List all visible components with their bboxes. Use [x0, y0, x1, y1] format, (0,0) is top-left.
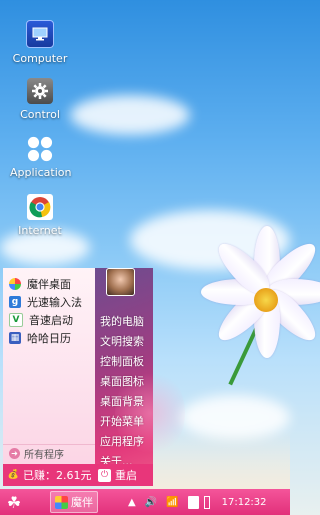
arrow-right-icon: ➜: [9, 448, 20, 459]
link-start-menu[interactable]: 开始菜单: [100, 412, 144, 432]
ime-icon: g: [9, 295, 21, 308]
cosmos-flower-image: [198, 226, 320, 372]
mobanzhuomian-icon: [9, 277, 21, 290]
app-label: 哈哈日历: [27, 331, 71, 345]
desktop-icon-label: Computer: [12, 52, 68, 65]
start-menu-footer: 💰 已赚：2.61元 ⏻ 重启: [3, 464, 153, 486]
avatar[interactable]: [106, 268, 135, 296]
start-menu: 魔伴桌面 g 光速输入法 V 音速启动 ▦ 哈哈日历 ➜ 所有程序 我的电脑 文…: [3, 268, 185, 486]
taskbar-item-moban[interactable]: 魔伴: [50, 491, 98, 513]
desktop-icon-label: Control: [20, 108, 60, 121]
link-applications[interactable]: 应用程序: [100, 432, 144, 452]
desktop-icon-control[interactable]: Control: [10, 78, 70, 121]
link-desktop-background[interactable]: 桌面背景: [100, 392, 144, 412]
link-control-panel[interactable]: 控制面板: [100, 352, 144, 372]
vstart-icon: V: [9, 312, 23, 327]
start-menu-app-calendar[interactable]: ▦ 哈哈日历: [3, 329, 95, 346]
link-my-computer[interactable]: 我的电脑: [100, 312, 144, 332]
start-menu-app-ime[interactable]: g 光速输入法: [3, 293, 95, 310]
power-icon: ⏻: [98, 468, 111, 482]
battery-outline-icon: [203, 495, 210, 509]
all-programs-label: 所有程序: [24, 450, 64, 461]
desktop-icon-computer[interactable]: Computer: [10, 20, 70, 65]
clover-icon: ☘: [6, 492, 22, 512]
restart-button[interactable]: ⏻ 重启: [98, 467, 137, 483]
battery-icon: [187, 495, 199, 509]
balance-text: 已赚：2.61元: [23, 469, 92, 482]
money-bag-icon: 💰: [7, 470, 20, 480]
app-label: 光速输入法: [27, 295, 82, 309]
start-menu-app-vstart[interactable]: V 音速启动: [3, 311, 95, 328]
desktop-icon-internet[interactable]: Internet: [10, 194, 70, 237]
all-programs-button[interactable]: ➜ 所有程序: [3, 444, 95, 462]
apps-grid-icon: [27, 136, 53, 162]
tray-expand-arrow-icon[interactable]: ▲: [128, 497, 136, 508]
volume-icon[interactable]: 🔊: [145, 497, 157, 508]
app-label: 音速启动: [29, 313, 73, 327]
desktop-icon-application[interactable]: Application: [10, 136, 72, 179]
monitor-icon: [26, 20, 54, 48]
system-links: 我的电脑 文明搜索 控制面板 桌面图标 桌面背景 开始菜单 应用程序 关于...: [100, 312, 144, 472]
calendar-icon: ▦: [9, 331, 21, 344]
cloud: [70, 95, 190, 135]
task-label: 魔伴: [71, 496, 93, 509]
mobanzhuomian-icon: [55, 495, 68, 509]
clock[interactable]: 17:12:32: [222, 497, 267, 508]
start-button[interactable]: ☘: [0, 489, 28, 515]
wifi-icon[interactable]: 📶: [166, 497, 178, 508]
start-menu-app-mobanzhuomian[interactable]: 魔伴桌面: [3, 275, 95, 292]
app-label: 魔伴桌面: [27, 277, 71, 291]
link-search[interactable]: 文明搜索: [100, 332, 144, 352]
restart-label: 重启: [115, 469, 137, 482]
start-menu-app-list: 魔伴桌面 g 光速输入法 V 音速启动 ▦ 哈哈日历 ➜ 所有程序: [3, 268, 96, 486]
desktop-icon-label: Internet: [18, 224, 62, 237]
desktop-icon-label: Application: [10, 166, 72, 179]
system-tray: ▲ 🔊 📶 17:12:32: [128, 489, 276, 515]
link-desktop-icons[interactable]: 桌面图标: [100, 372, 144, 392]
taskbar: ☘ 魔伴 ▲ 🔊 📶 17:12:32: [0, 489, 290, 515]
chrome-icon: [27, 194, 53, 220]
gear-icon: [27, 78, 53, 104]
